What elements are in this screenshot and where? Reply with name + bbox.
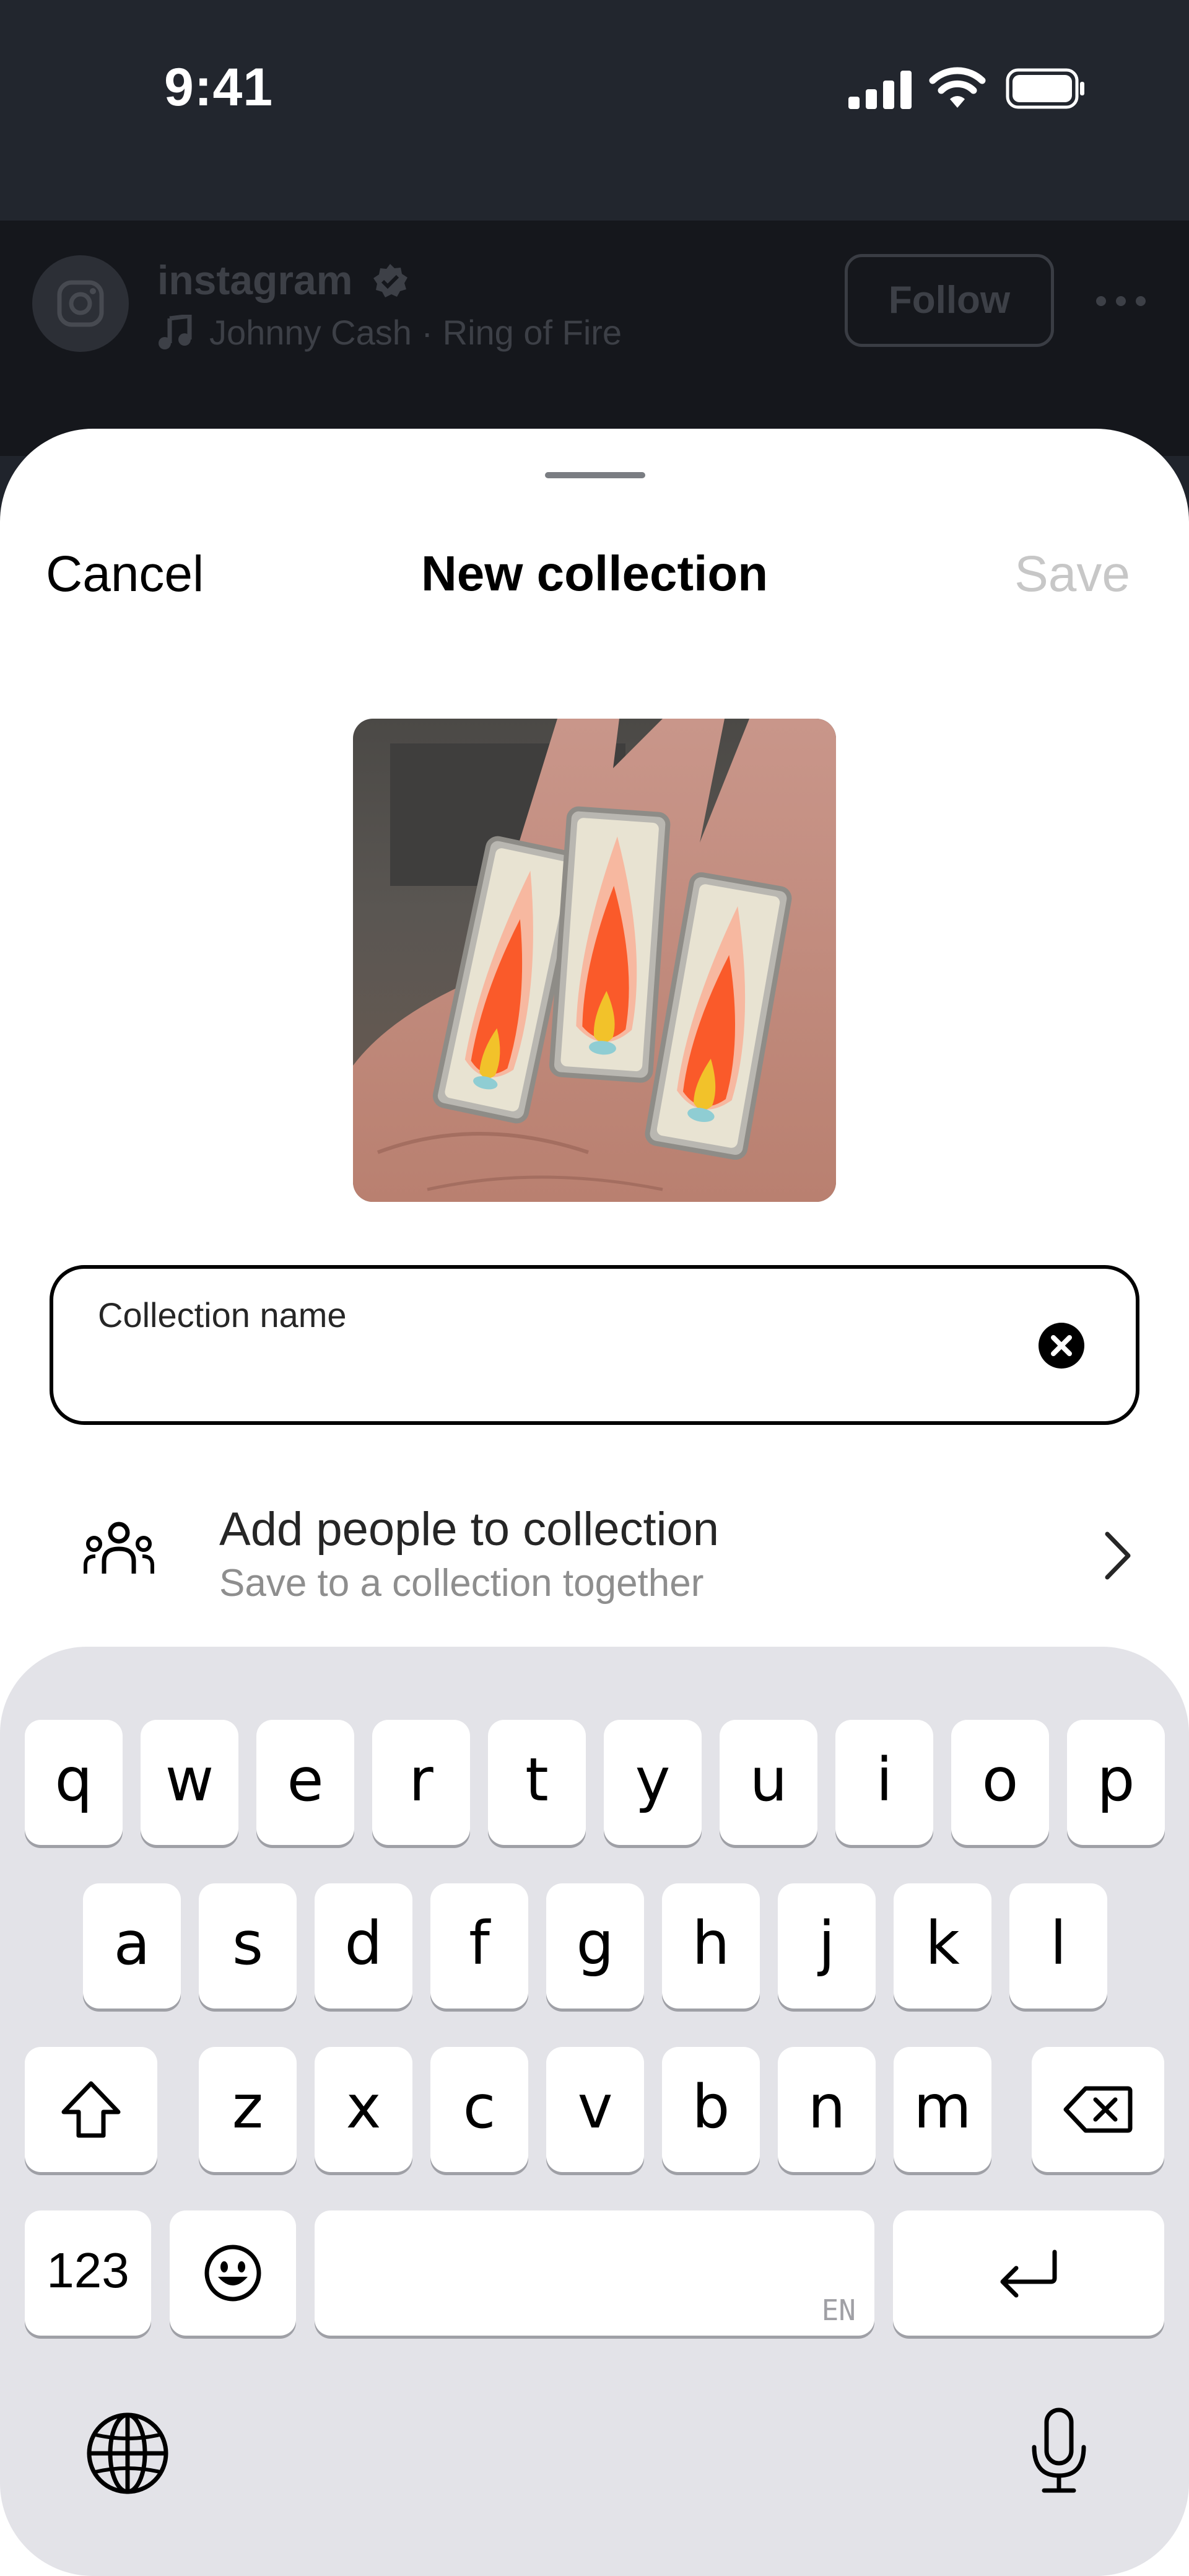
signal-icon: [848, 71, 912, 109]
verified-icon: [373, 264, 407, 297]
shift-key[interactable]: [25, 2047, 157, 2172]
collection-name-label: Collection name: [98, 1295, 347, 1334]
keyboard-language-label: EN: [821, 2293, 856, 2327]
key-s[interactable]: s: [199, 1883, 297, 2009]
emoji-icon: [204, 2245, 261, 2302]
key-x[interactable]: x: [315, 2047, 412, 2172]
follow-button[interactable]: Follow: [845, 254, 1054, 347]
add-people-title: Add people to collection: [219, 1503, 720, 1556]
sheet-title: New collection: [420, 546, 769, 601]
sheet-grabber[interactable]: [545, 472, 645, 478]
music-label[interactable]: Johnny Cash · Ring of Fire: [209, 312, 622, 353]
status-icons: [848, 64, 1096, 114]
key-j[interactable]: j: [778, 1883, 876, 2009]
music-note-icon: [159, 315, 192, 349]
account-name[interactable]: instagram: [157, 256, 352, 304]
battery-icon: [1006, 68, 1084, 109]
key-q[interactable]: q: [25, 1720, 123, 1845]
chevron-right-icon: [1105, 1531, 1131, 1580]
microphone-icon[interactable]: [1028, 2406, 1090, 2495]
key-e[interactable]: e: [256, 1720, 354, 1845]
key-d[interactable]: d: [315, 1883, 412, 2009]
key-c[interactable]: c: [430, 2047, 528, 2172]
emoji-key[interactable]: [170, 2210, 296, 2336]
key-g[interactable]: g: [546, 1883, 644, 2009]
key-h[interactable]: h: [662, 1883, 760, 2009]
shift-icon: [61, 2081, 121, 2138]
return-icon: [1000, 2250, 1057, 2298]
key-w[interactable]: w: [141, 1720, 238, 1845]
key-o[interactable]: o: [951, 1720, 1049, 1845]
numbers-key[interactable]: 123: [25, 2210, 151, 2336]
key-l[interactable]: l: [1009, 1883, 1107, 2009]
key-v[interactable]: v: [546, 2047, 644, 2172]
wifi-icon: [929, 67, 986, 108]
instagram-logo-icon: [57, 280, 104, 327]
collection-cover-image: [353, 719, 836, 1202]
save-button[interactable]: Save: [1014, 545, 1130, 603]
space-key[interactable]: EN: [315, 2210, 874, 2336]
key-k[interactable]: k: [894, 1883, 991, 2009]
globe-icon[interactable]: [84, 2410, 171, 2497]
key-m[interactable]: m: [894, 2047, 991, 2172]
key-p[interactable]: p: [1067, 1720, 1165, 1845]
key-z[interactable]: z: [199, 2047, 297, 2172]
return-key[interactable]: [893, 2210, 1164, 2336]
key-r[interactable]: r: [372, 1720, 470, 1845]
collection-name-field[interactable]: [50, 1265, 1139, 1425]
backspace-key[interactable]: [1032, 2047, 1164, 2172]
add-people-subtitle: Save to a collection together: [219, 1562, 704, 1605]
avatar[interactable]: [32, 255, 129, 352]
key-b[interactable]: b: [662, 2047, 760, 2172]
key-t[interactable]: t: [488, 1720, 586, 1845]
status-bar: 9:41: [0, 0, 1189, 221]
more-icon[interactable]: [1095, 295, 1147, 307]
clear-icon[interactable]: [1038, 1322, 1085, 1369]
key-n[interactable]: n: [778, 2047, 876, 2172]
people-icon: [84, 1522, 154, 1574]
key-u[interactable]: u: [720, 1720, 817, 1845]
key-i[interactable]: i: [835, 1720, 933, 1845]
key-y[interactable]: y: [604, 1720, 702, 1845]
backspace-icon: [1063, 2086, 1133, 2133]
status-time: 9:41: [164, 58, 274, 117]
key-f[interactable]: f: [430, 1883, 528, 2009]
key-a[interactable]: a: [83, 1883, 181, 2009]
